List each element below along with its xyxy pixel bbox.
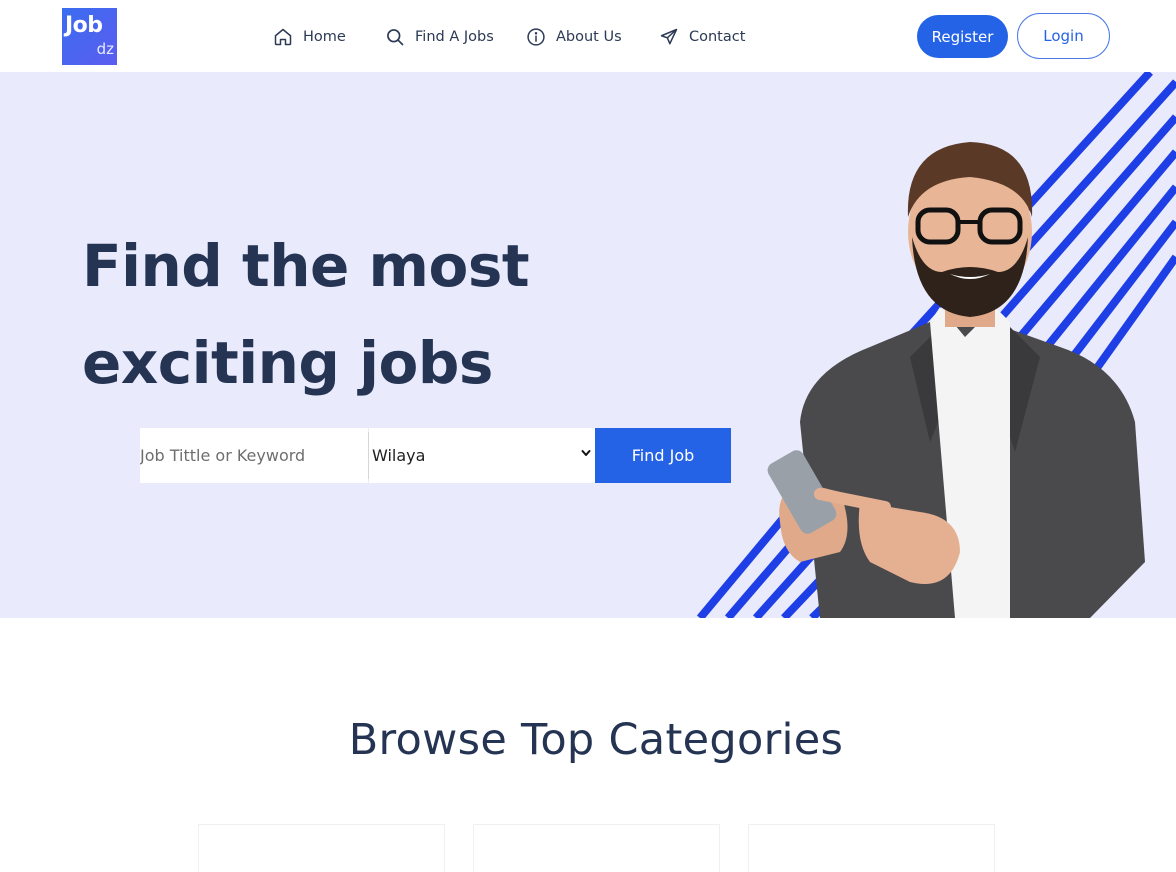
- logo[interactable]: Job dz: [62, 8, 117, 65]
- category-card[interactable]: [473, 824, 720, 872]
- category-card[interactable]: [748, 824, 995, 872]
- hero-title-line2: exciting jobs: [82, 329, 493, 397]
- wilaya-select[interactable]: Wilaya: [369, 428, 595, 483]
- nav-home-label: Home: [303, 29, 346, 45]
- nav-find-jobs-label: Find A Jobs: [415, 29, 494, 45]
- find-job-button[interactable]: Find Job: [595, 428, 731, 483]
- nav-find-jobs[interactable]: Find A Jobs: [385, 24, 494, 50]
- hero-section: Find the most exciting jobs Wilaya Find …: [0, 72, 1176, 618]
- paper-plane-icon: [660, 28, 678, 45]
- nav-about-us[interactable]: About Us: [526, 24, 622, 50]
- chevron-down-icon: [581, 450, 591, 456]
- hero-person-image: [767, 142, 1145, 618]
- logo-main-text: Job: [65, 13, 103, 38]
- nav-contact[interactable]: Contact: [659, 24, 745, 50]
- keyword-input[interactable]: [140, 428, 368, 483]
- login-button[interactable]: Login: [1017, 13, 1110, 59]
- home-icon: [274, 28, 292, 46]
- nav-about-us-label: About Us: [556, 29, 622, 45]
- nav-home[interactable]: Home: [273, 24, 346, 50]
- hero-title: Find the most exciting jobs: [82, 218, 642, 412]
- search-icon: [387, 29, 404, 46]
- categories-title: Browse Top Categories: [348, 715, 844, 765]
- wilaya-selected-value: Wilaya: [372, 446, 426, 465]
- site-header: Job dz Home Find A Jobs About Us Contact…: [0, 0, 1176, 72]
- register-button[interactable]: Register: [917, 15, 1008, 58]
- category-card[interactable]: [198, 824, 445, 872]
- info-icon: [527, 28, 545, 46]
- nav-contact-label: Contact: [689, 29, 746, 45]
- logo-sub-text: dz: [96, 40, 114, 58]
- hero-title-line1: Find the most: [82, 232, 530, 300]
- job-search-bar: Wilaya Find Job: [140, 428, 731, 483]
